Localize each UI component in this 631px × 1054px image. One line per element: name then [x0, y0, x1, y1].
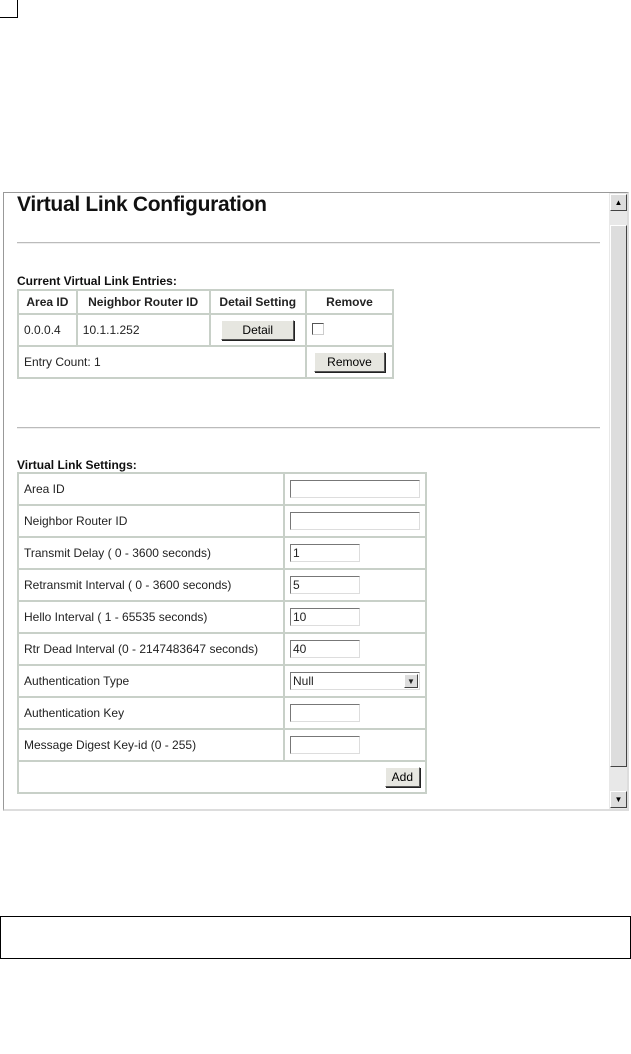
col-remove: Remove [305, 289, 394, 315]
divider [17, 242, 600, 244]
setting-row: Hello Interval ( 1 - 65535 seconds) 10 [17, 600, 427, 634]
remove-button[interactable]: Remove [314, 352, 385, 372]
transmit-delay-label: Transmit Delay ( 0 - 3600 seconds) [17, 536, 285, 570]
setting-row: Transmit Delay ( 0 - 3600 seconds) 1 [17, 536, 427, 570]
retransmit-interval-input[interactable]: 5 [290, 576, 360, 594]
entry-count: Entry Count: 1 [17, 345, 307, 379]
neighbor-router-id-label: Neighbor Router ID [17, 504, 285, 538]
digest-key-id-label: Message Digest Key-id (0 - 255) [17, 728, 285, 762]
page-title: Virtual Link Configuration [17, 193, 267, 216]
entries-heading: Current Virtual Link Entries: [17, 274, 177, 288]
setting-row: Retransmit Interval ( 0 - 3600 seconds) 5 [17, 568, 427, 602]
neighbor-cell: 10.1.1.252 [75, 313, 211, 347]
caption-box [0, 916, 631, 959]
settings-heading: Virtual Link Settings: [17, 458, 137, 472]
auth-type-value: Null [293, 674, 314, 688]
auth-key-input[interactable] [290, 704, 360, 722]
retransmit-interval-label: Retransmit Interval ( 0 - 3600 seconds) [17, 568, 285, 602]
scrollbar-thumb[interactable] [610, 225, 627, 767]
col-area-id: Area ID [17, 289, 78, 315]
auth-key-label: Authentication Key [17, 696, 285, 730]
divider [17, 427, 600, 429]
crop-mark [0, 17, 17, 18]
remove-checkbox[interactable] [312, 322, 324, 335]
col-neighbor-router-id: Neighbor Router ID [75, 289, 211, 315]
dead-interval-label: Rtr Dead Interval (0 - 2147483647 second… [17, 632, 285, 666]
auth-type-select[interactable]: Null ▼ [290, 672, 420, 690]
vertical-scrollbar[interactable]: ▲ ▼ [609, 193, 627, 809]
hello-interval-label: Hello Interval ( 1 - 65535 seconds) [17, 600, 285, 634]
area-id-input[interactable] [290, 480, 420, 498]
neighbor-router-id-input[interactable] [290, 512, 420, 530]
setting-row: Area ID [17, 472, 427, 506]
crop-mark [17, 0, 18, 18]
col-detail-setting: Detail Setting [208, 289, 307, 315]
digest-key-id-input[interactable] [290, 736, 360, 754]
table-row: 0.0.0.4 10.1.1.252 Detail [17, 313, 394, 347]
entry-count-row: Entry Count: 1 Remove [17, 345, 394, 379]
browser-frame: Virtual Link Configuration Current Virtu… [3, 192, 629, 811]
dead-interval-input[interactable]: 40 [290, 640, 360, 658]
hello-interval-input[interactable]: 10 [290, 608, 360, 626]
area-id-cell: 0.0.0.4 [17, 313, 78, 347]
setting-row: Rtr Dead Interval (0 - 2147483647 second… [17, 632, 427, 666]
scroll-up-icon[interactable]: ▲ [610, 194, 627, 211]
add-button[interactable]: Add [384, 767, 420, 787]
auth-type-label: Authentication Type [17, 664, 285, 698]
settings-table: Area ID Neighbor Router ID Transmit Dela… [17, 472, 427, 794]
area-id-label: Area ID [17, 472, 285, 506]
entries-table: Area ID Neighbor Router ID Detail Settin… [17, 289, 394, 379]
add-row: Add [17, 760, 427, 794]
table-header: Area ID Neighbor Router ID Detail Settin… [17, 289, 394, 315]
setting-row: Authentication Key [17, 696, 427, 730]
setting-row: Authentication Type Null ▼ [17, 664, 427, 698]
setting-row: Neighbor Router ID [17, 504, 427, 538]
detail-button[interactable]: Detail [221, 320, 295, 340]
transmit-delay-input[interactable]: 1 [290, 544, 360, 562]
scroll-down-icon[interactable]: ▼ [610, 791, 627, 808]
chevron-down-icon[interactable]: ▼ [404, 674, 418, 688]
setting-row: Message Digest Key-id (0 - 255) [17, 728, 427, 762]
